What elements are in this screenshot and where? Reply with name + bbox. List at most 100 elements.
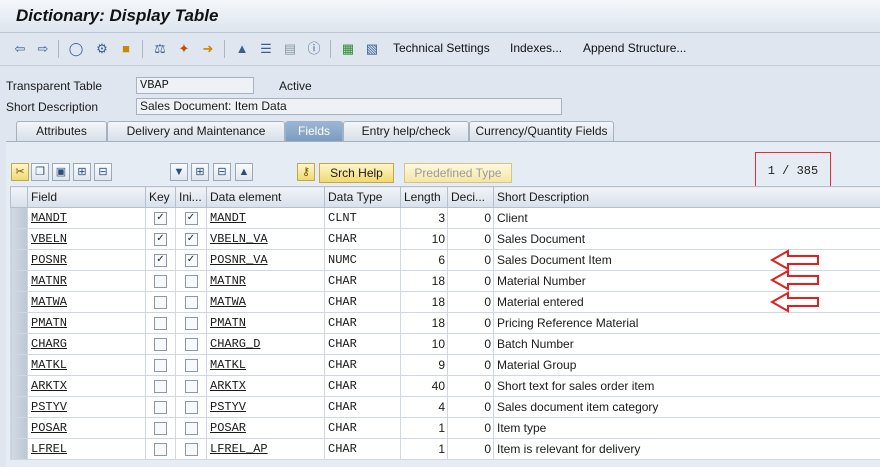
info-icon[interactable]: ⓘ (306, 41, 322, 57)
key-checkbox[interactable] (154, 296, 167, 309)
tab-currency-quantity[interactable]: Currency/Quantity Fields (469, 121, 614, 141)
initial-checkbox[interactable] (185, 296, 198, 309)
key-checkbox[interactable] (154, 338, 167, 351)
initial-checkbox-cell[interactable] (176, 292, 207, 313)
data-element-cell[interactable]: MANDT (207, 208, 325, 229)
field-name-cell[interactable]: POSNR (28, 250, 146, 271)
field-name-cell[interactable]: ARKTX (28, 376, 146, 397)
initial-checkbox[interactable]: ✓ (185, 212, 198, 225)
data-element-cell[interactable]: LFREL_AP (207, 439, 325, 460)
back-icon[interactable]: ⇦ (12, 41, 28, 57)
key-checkbox[interactable] (154, 380, 167, 393)
data-element-cell[interactable]: POSAR (207, 418, 325, 439)
filter-up-icon[interactable]: ▲ (235, 163, 253, 181)
select-all-header[interactable] (11, 187, 28, 208)
row-selector[interactable] (11, 313, 28, 334)
check-icon[interactable]: ⚖ (152, 41, 168, 57)
key-checkbox[interactable] (154, 275, 167, 288)
data-element-cell[interactable]: PSTYV (207, 397, 325, 418)
field-name-cell[interactable]: MANDT (28, 208, 146, 229)
data-element-cell[interactable]: CHARG_D (207, 334, 325, 355)
delete-row-icon[interactable]: ⊟ (94, 163, 112, 181)
key-checkbox-cell[interactable] (146, 313, 176, 334)
key-checkbox-cell[interactable] (146, 397, 176, 418)
column-header-decimals[interactable]: Deci... (448, 187, 494, 208)
key-checkbox-cell[interactable] (146, 376, 176, 397)
data-element-cell[interactable]: POSNR_VA (207, 250, 325, 271)
initial-checkbox-cell[interactable]: ✓ (176, 208, 207, 229)
cut-icon[interactable]: ✂ (11, 163, 29, 181)
row-selector[interactable] (11, 355, 28, 376)
initial-checkbox[interactable] (185, 443, 198, 456)
active-inactive-icon[interactable]: ■ (118, 41, 134, 57)
indexes-button[interactable]: Indexes... (510, 41, 562, 55)
row-selector[interactable] (11, 250, 28, 271)
tab-attributes[interactable]: Attributes (16, 121, 107, 141)
column-header-key[interactable]: Key (146, 187, 176, 208)
key-checkbox[interactable] (154, 401, 167, 414)
row-selector[interactable] (11, 208, 28, 229)
field-name-cell[interactable]: MATKL (28, 355, 146, 376)
tab-entry-help-check[interactable]: Entry help/check (343, 121, 469, 141)
initial-checkbox-cell[interactable] (176, 355, 207, 376)
object-list-icon[interactable]: ☰ (258, 41, 274, 57)
data-element-cell[interactable]: PMATN (207, 313, 325, 334)
tab-fields[interactable]: Fields (285, 121, 343, 141)
initial-checkbox-cell[interactable] (176, 397, 207, 418)
key-checkbox[interactable]: ✓ (154, 233, 167, 246)
table-row[interactable]: POSARPOSARCHAR10Item type (11, 418, 880, 439)
initial-checkbox-cell[interactable] (176, 334, 207, 355)
column-header-length[interactable]: Length (401, 187, 448, 208)
collapse-icon[interactable]: ⊟ (213, 163, 231, 181)
table-row[interactable]: VBELN✓✓VBELN_VACHAR100Sales Document (11, 229, 880, 250)
column-header-field[interactable]: Field (28, 187, 146, 208)
other-object-icon[interactable]: ◯ (68, 41, 84, 57)
key-checkbox[interactable]: ✓ (154, 254, 167, 267)
display-change-icon[interactable]: ⚙ (94, 41, 110, 57)
key-checkbox-cell[interactable]: ✓ (146, 208, 176, 229)
field-name-cell[interactable]: LFREL (28, 439, 146, 460)
table-row[interactable]: PMATNPMATNCHAR180Pricing Reference Mater… (11, 313, 880, 334)
initial-checkbox-cell[interactable] (176, 313, 207, 334)
key-checkbox[interactable] (154, 317, 167, 330)
where-used-icon[interactable]: ▲ (234, 41, 250, 57)
initial-checkbox[interactable] (185, 317, 198, 330)
initial-checkbox[interactable]: ✓ (185, 233, 198, 246)
key-checkbox-cell[interactable] (146, 355, 176, 376)
test-icon[interactable]: ➜ (200, 41, 216, 57)
expand-icon[interactable]: ⊞ (191, 163, 209, 181)
data-element-cell[interactable]: MATKL (207, 355, 325, 376)
initial-checkbox[interactable] (185, 422, 198, 435)
key-icon[interactable]: ⚷ (297, 163, 315, 181)
row-selector[interactable] (11, 292, 28, 313)
column-header-data-element[interactable]: Data element (207, 187, 325, 208)
row-selector[interactable] (11, 418, 28, 439)
table-row[interactable]: CHARGCHARG_DCHAR100Batch Number (11, 334, 880, 355)
initial-checkbox-cell[interactable]: ✓ (176, 229, 207, 250)
key-checkbox-cell[interactable]: ✓ (146, 229, 176, 250)
table-name-field[interactable]: VBAP (136, 77, 254, 94)
key-checkbox-cell[interactable] (146, 334, 176, 355)
table-row[interactable]: MATNRMATNRCHAR180Material Number (11, 271, 880, 292)
key-checkbox[interactable]: ✓ (154, 212, 167, 225)
initial-checkbox-cell[interactable]: ✓ (176, 250, 207, 271)
initial-checkbox-cell[interactable] (176, 439, 207, 460)
row-selector[interactable] (11, 334, 28, 355)
key-checkbox-cell[interactable]: ✓ (146, 250, 176, 271)
field-name-cell[interactable]: PSTYV (28, 397, 146, 418)
column-header-initial[interactable]: Ini... (176, 187, 207, 208)
column-header-short-description[interactable]: Short Description (494, 187, 880, 208)
key-checkbox-cell[interactable] (146, 418, 176, 439)
srch-help-button[interactable]: Srch Help (319, 163, 394, 183)
initial-checkbox[interactable] (185, 359, 198, 372)
initial-checkbox[interactable] (185, 338, 198, 351)
key-checkbox-cell[interactable] (146, 292, 176, 313)
initial-checkbox-cell[interactable] (176, 376, 207, 397)
field-name-cell[interactable]: POSAR (28, 418, 146, 439)
table-row[interactable]: MANDT✓✓MANDTCLNT30Client (11, 208, 880, 229)
key-checkbox[interactable] (154, 422, 167, 435)
initial-checkbox[interactable]: ✓ (185, 254, 198, 267)
column-header-data-type[interactable]: Data Type (325, 187, 401, 208)
data-element-cell[interactable]: ARKTX (207, 376, 325, 397)
table-row[interactable]: ARKTXARKTXCHAR400Short text for sales or… (11, 376, 880, 397)
